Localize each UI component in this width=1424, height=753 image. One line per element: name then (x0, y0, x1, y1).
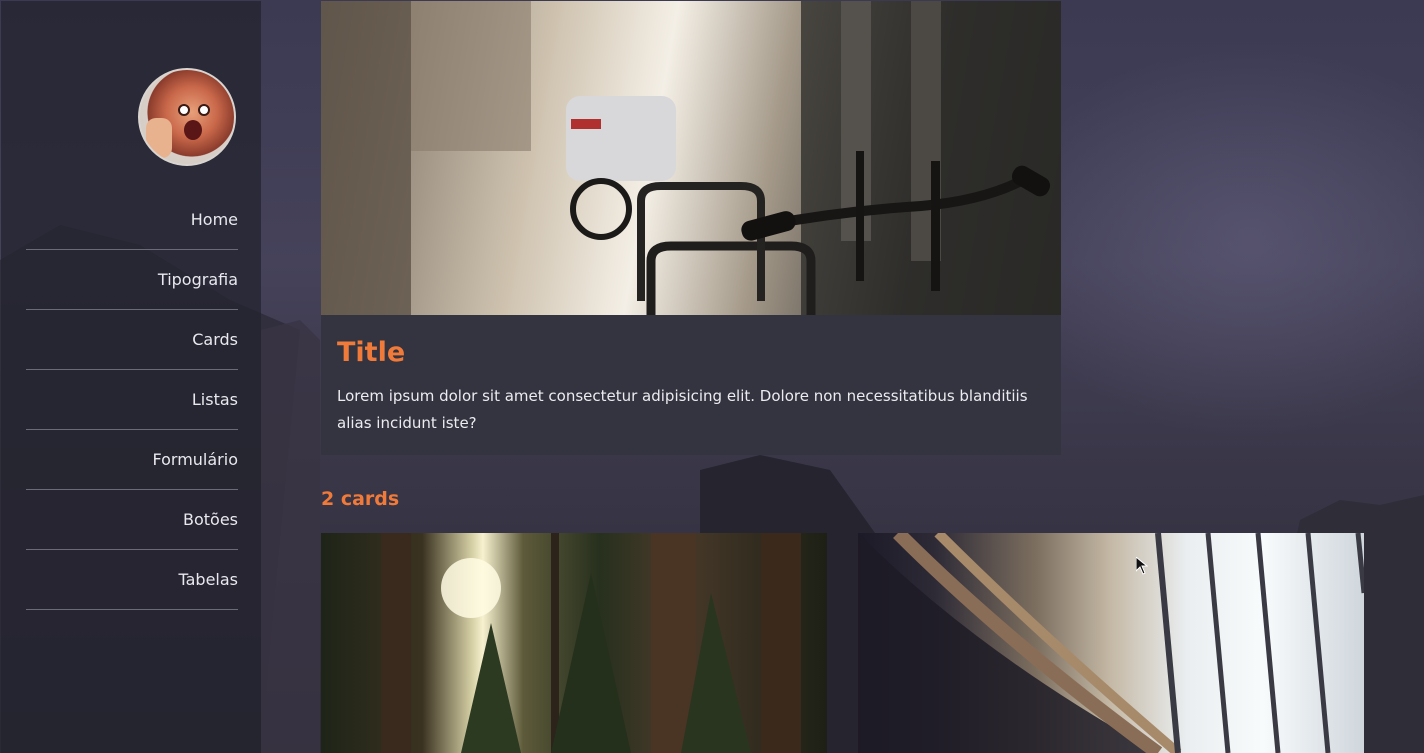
forest-graphic (381, 533, 801, 753)
card-text: Lorem ipsum dolor sit amet consectetur a… (337, 387, 1028, 432)
street-scene-graphic (321, 1, 1061, 315)
nav-item-tipografia[interactable]: Tipografia (26, 250, 238, 310)
street-bicycles-image (321, 1, 1061, 315)
avatar-mouth (184, 120, 202, 140)
sidebar: Home Tipografia Cards Listas Formulário … (1, 1, 261, 753)
nav-item-formulario[interactable]: Formulário (26, 430, 238, 490)
avatar-right-eye (198, 104, 210, 116)
sidebar-nav: Home Tipografia Cards Listas Formulário … (26, 190, 238, 610)
main-card: Title Lorem ipsum dolor sit amet consect… (321, 1, 1061, 455)
card-title: Title (337, 337, 406, 368)
main-card-body: Title Lorem ipsum dolor sit amet consect… (321, 315, 1061, 455)
forest-card-image (321, 533, 827, 753)
nav-item-botoes[interactable]: Botões (26, 490, 238, 550)
avatar-left-eye (178, 104, 190, 116)
nav-item-listas[interactable]: Listas (26, 370, 238, 430)
avatar[interactable] (138, 68, 236, 166)
nav-item-tabelas[interactable]: Tabelas (26, 550, 238, 610)
nav-item-home[interactable]: Home (26, 190, 238, 250)
library-card-image (858, 533, 1364, 753)
thumbs-up-hand (146, 118, 172, 158)
library-graphic (858, 533, 1364, 753)
nav-item-cards[interactable]: Cards (26, 310, 238, 370)
section-title: 2 cards (321, 488, 400, 510)
